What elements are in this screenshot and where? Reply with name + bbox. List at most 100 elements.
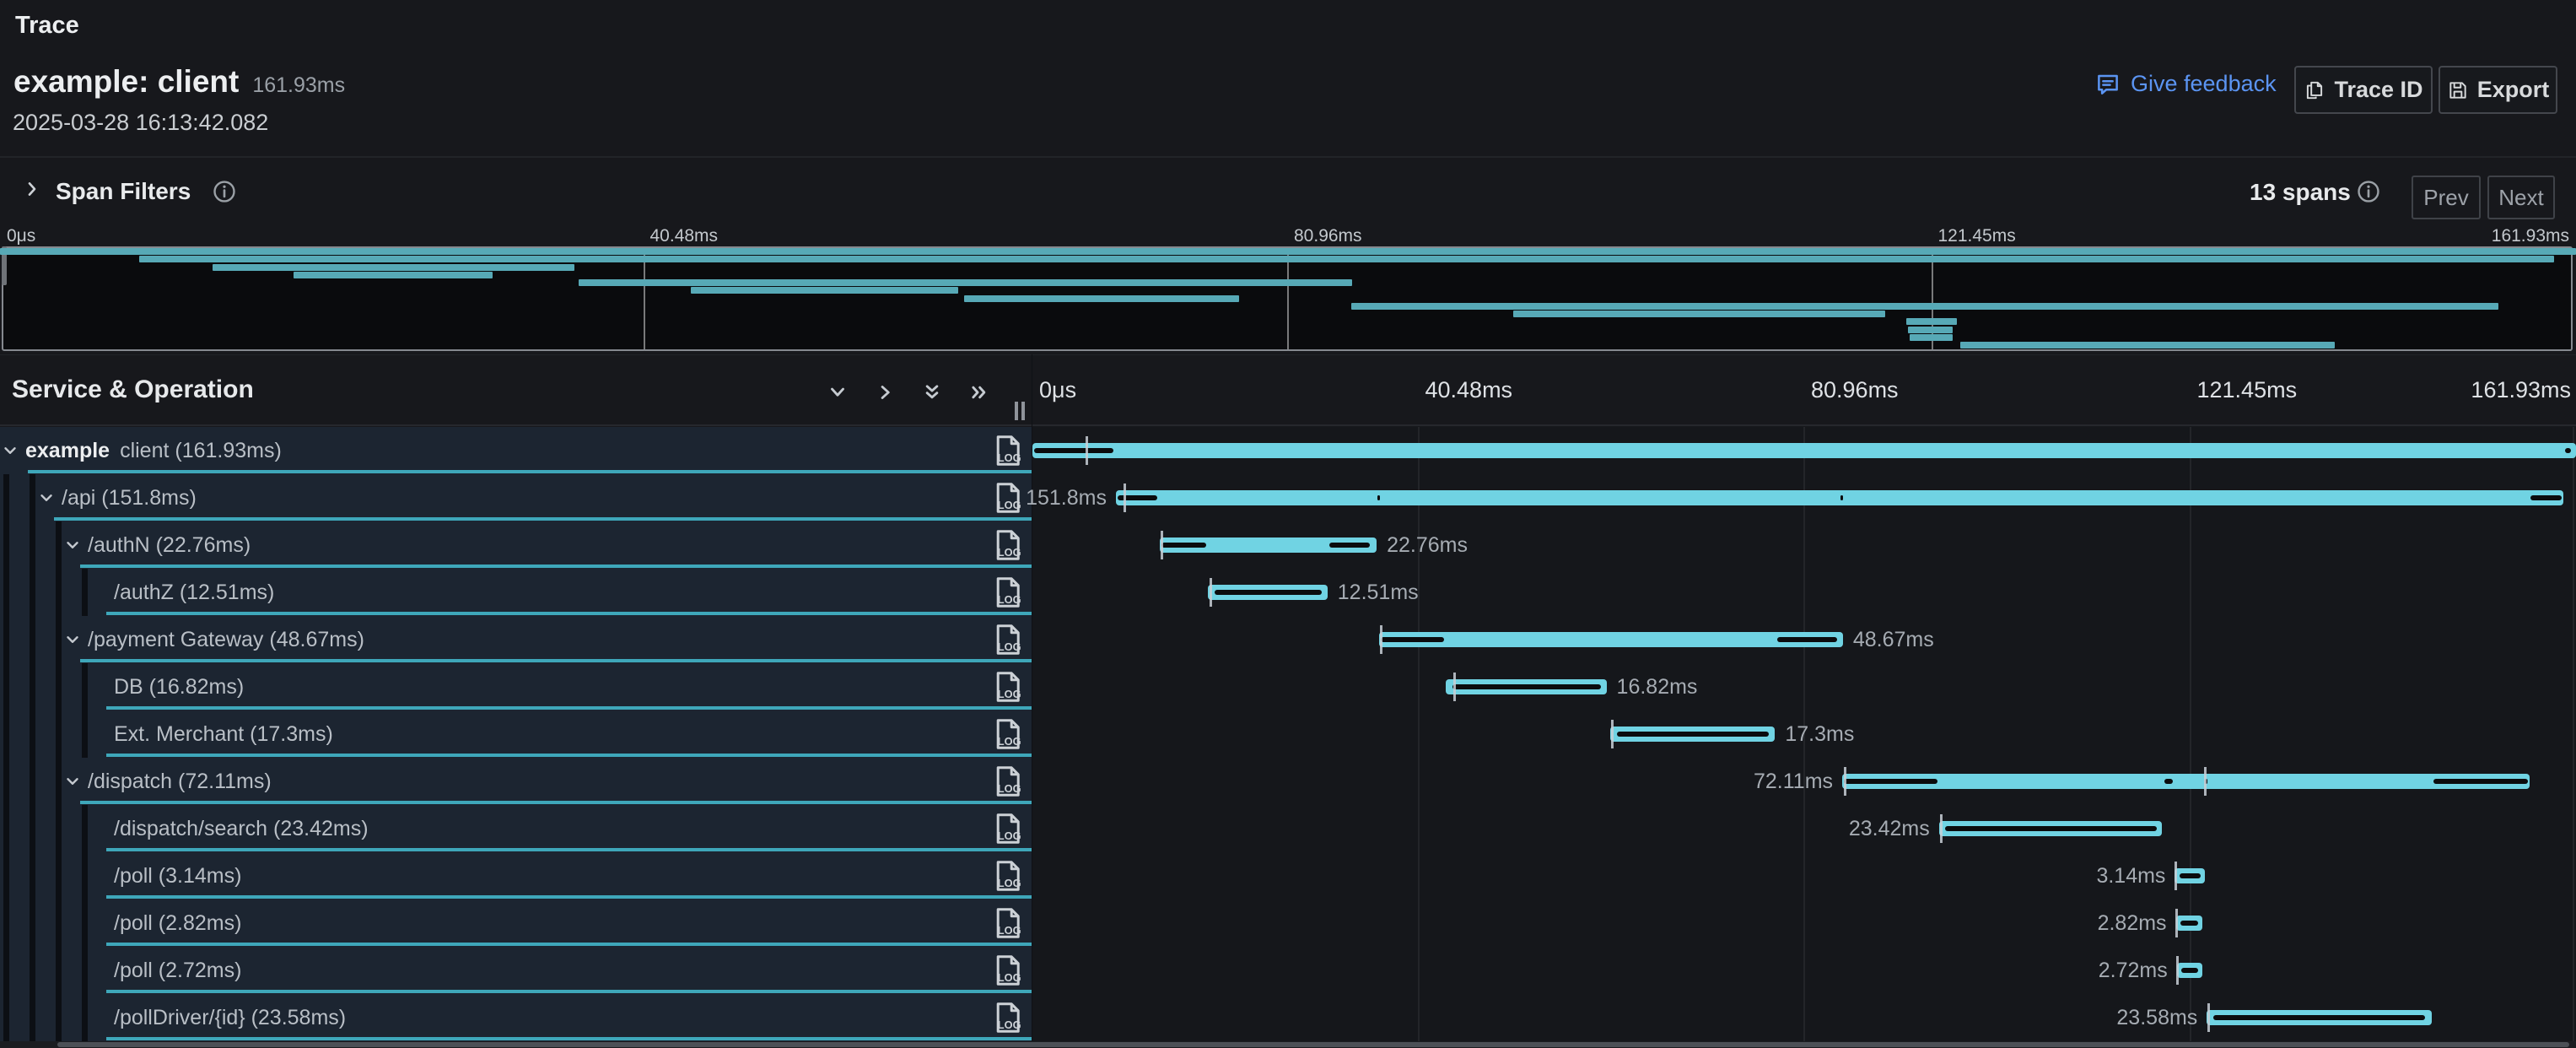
operation-name: /payment Gateway (48.67ms)	[88, 628, 364, 651]
log-icon[interactable]: LOG	[994, 529, 1027, 561]
indent-guide	[3, 852, 9, 899]
indent-guide	[56, 616, 62, 663]
next-span-button[interactable]: Next	[2487, 176, 2555, 219]
log-icon[interactable]: LOG	[994, 907, 1027, 939]
span-row-label[interactable]: /authZ (12.51ms)LOG	[0, 569, 1032, 616]
collapse-all-double-chevron-down-icon[interactable]	[921, 381, 943, 403]
feedback-icon	[2095, 72, 2121, 97]
span-label: /authN (22.76ms)	[88, 533, 251, 558]
span-self-time-segment	[1215, 590, 1322, 595]
export-button[interactable]: Export	[2439, 66, 2557, 114]
span-count-info-icon[interactable]	[2357, 180, 2380, 203]
trace-title: example: client	[13, 64, 239, 100]
indent-guide	[56, 663, 62, 710]
svg-text:LOG: LOG	[998, 829, 1021, 842]
span-label: /poll (2.82ms)	[114, 911, 241, 936]
give-feedback-label: Give feedback	[2131, 71, 2277, 97]
span-bar[interactable]	[1379, 632, 1843, 647]
span-self-time-segment	[2433, 779, 2528, 784]
log-icon[interactable]: LOG	[994, 718, 1027, 750]
expand-all-double-chevron-right-icon[interactable]	[968, 381, 990, 403]
span-row-label[interactable]: /payment Gateway (48.67ms) LOG	[0, 616, 1032, 663]
span-row-label[interactable]: /dispatch/search (23.42ms)LOG	[0, 805, 1032, 852]
header-divider	[0, 156, 2576, 158]
log-icon[interactable]: LOG	[994, 813, 1027, 845]
span-row-label[interactable]: /authN (22.76ms) LOG	[0, 521, 1032, 569]
row-expand-chevron-icon[interactable]	[63, 630, 82, 649]
span-self-time-segment	[2164, 779, 2174, 784]
prev-span-button[interactable]: Prev	[2412, 176, 2481, 219]
span-duration-label: 23.58ms	[2116, 1006, 2197, 1029]
minimap-time-label: 161.93ms	[2492, 226, 2569, 246]
span-event-tick	[2175, 909, 2178, 937]
operation-name: client (161.93ms)	[120, 439, 282, 462]
service-name: example	[25, 439, 110, 462]
timeline-time-label: 121.45ms	[2197, 377, 2298, 403]
row-underline	[106, 706, 1032, 710]
span-self-time-segment	[1617, 732, 1769, 737]
span-row-label[interactable]: example client (161.93ms) LOG	[0, 427, 1032, 474]
log-icon[interactable]: LOG	[994, 765, 1027, 797]
span-event-tick	[1940, 814, 1943, 843]
operation-name: /poll (2.82ms)	[114, 911, 241, 935]
indent-guide	[82, 899, 88, 947]
span-row-label[interactable]: /poll (2.82ms) LOG	[0, 899, 1032, 947]
collapse-one-chevron-down-icon[interactable]	[827, 381, 849, 403]
span-row-label[interactable]: DB (16.82ms) LOG	[0, 663, 1032, 710]
indent-guide	[30, 899, 35, 947]
span-row-label[interactable]: /api (151.8ms)LOG	[0, 474, 1032, 521]
span-filters-expand-chevron-icon[interactable]	[22, 179, 42, 199]
span-label: DB (16.82ms)	[114, 675, 244, 700]
log-icon[interactable]: LOG	[994, 624, 1027, 656]
row-expand-chevron-icon[interactable]	[1, 441, 19, 460]
horizontal-scrollbar-thumb[interactable]	[57, 1042, 2569, 1047]
span-row-label[interactable]: /poll (3.14ms)LOG	[0, 852, 1032, 899]
svg-text:LOG: LOG	[998, 640, 1021, 653]
expand-one-chevron-right-icon[interactable]	[875, 381, 897, 403]
span-filters-info-icon[interactable]	[213, 180, 236, 203]
log-icon[interactable]: LOG	[994, 860, 1027, 892]
row-expand-chevron-icon[interactable]	[37, 489, 56, 507]
panel-resize-handle[interactable]	[1015, 402, 1018, 420]
indent-guide	[3, 569, 9, 616]
operation-name: /dispatch (72.11ms)	[88, 770, 272, 793]
span-bar[interactable]	[1842, 774, 2530, 789]
span-bar[interactable]	[1032, 443, 2576, 458]
indent-guide	[3, 758, 9, 805]
operation-name: /pollDriver/{id} (23.58ms)	[114, 1006, 346, 1029]
span-filters-title[interactable]: Span Filters	[56, 178, 191, 205]
minimap-gridline	[1287, 248, 1289, 349]
indent-guide	[30, 852, 35, 899]
indent-guide	[30, 758, 35, 805]
log-icon[interactable]: LOG	[994, 576, 1027, 608]
give-feedback-link[interactable]: Give feedback	[2095, 71, 2277, 97]
row-underline	[106, 612, 1032, 615]
span-label: /payment Gateway (48.67ms)	[88, 628, 364, 652]
minimap-time-label: 121.45ms	[1938, 226, 2016, 246]
trace-id-label: Trace ID	[2334, 77, 2422, 103]
span-event-tick	[2207, 1003, 2210, 1032]
trace-id-button[interactable]: Trace ID	[2294, 66, 2433, 114]
span-row-label[interactable]: /poll (2.72ms)LOG	[0, 947, 1032, 994]
span-self-time-segment	[2180, 921, 2198, 926]
svg-text:LOG: LOG	[998, 1018, 1021, 1031]
row-expand-chevron-icon[interactable]	[63, 536, 82, 554]
span-row-label[interactable]: /dispatch (72.11ms) LOG	[0, 758, 1032, 805]
panel-resize-handle[interactable]	[1021, 402, 1025, 420]
log-icon[interactable]: LOG	[994, 482, 1027, 514]
log-icon[interactable]: LOG	[994, 1002, 1027, 1034]
span-self-time-segment	[2213, 1015, 2425, 1020]
log-icon[interactable]: LOG	[994, 954, 1027, 986]
span-row-label[interactable]: Ext. Merchant (17.3ms)LOG	[0, 710, 1032, 758]
minimap-span-bar	[1960, 342, 2336, 348]
span-row-label[interactable]: /pollDriver/{id} (23.58ms) LOG	[0, 994, 1032, 1041]
span-self-time-segment	[1452, 684, 1601, 689]
trace-view: Trace example: client 161.93ms 2025-03-2…	[0, 0, 2576, 1048]
row-expand-chevron-icon[interactable]	[63, 772, 82, 791]
log-icon[interactable]: LOG	[994, 671, 1027, 703]
indent-guide	[3, 616, 9, 663]
log-icon[interactable]: LOG	[994, 435, 1027, 467]
span-bar[interactable]	[1116, 490, 2563, 505]
indent-guide	[3, 474, 9, 521]
span-label: example client (161.93ms)	[25, 439, 282, 463]
